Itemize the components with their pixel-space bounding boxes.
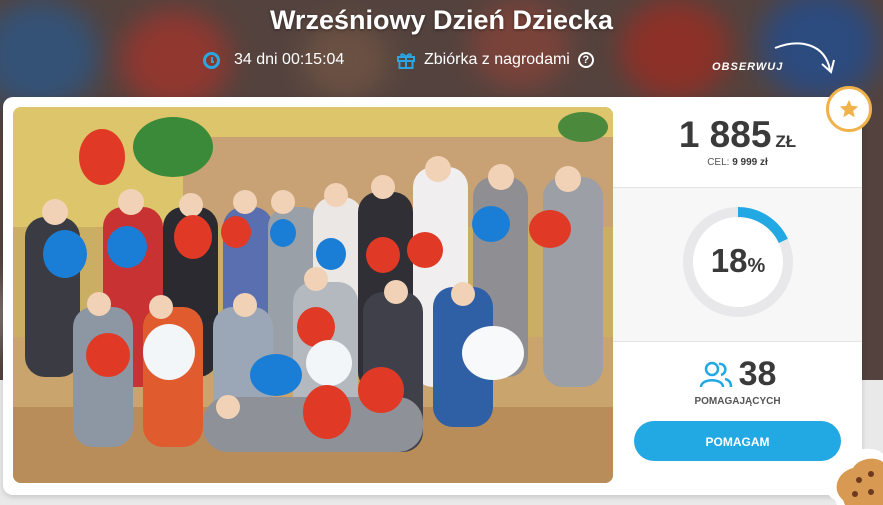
- campaign-title: Wrześniowy Dzień Dziecka: [269, 5, 614, 35]
- reward-info[interactable]: Zbiórka z nagrodami ?: [396, 47, 594, 73]
- percent-sign: %: [747, 255, 766, 277]
- help-icon[interactable]: ?: [577, 52, 594, 68]
- goal-info: CEL: 9 999 zł: [613, 157, 862, 168]
- time-left-value: 34 dni 00:15:04: [234, 51, 345, 68]
- amount-currency: ZŁ: [775, 132, 797, 151]
- star-icon: [839, 99, 859, 118]
- campaign-photo[interactable]: [13, 107, 613, 483]
- amount-value: 1 885: [678, 114, 772, 155]
- supporters-count: 38: [613, 355, 862, 394]
- divider: [613, 341, 862, 342]
- gift-icon: [397, 53, 415, 69]
- people-icon: [699, 361, 732, 387]
- time-left: 34 dni 00:15:04: [203, 47, 344, 73]
- campaign-image: [13, 107, 613, 483]
- goal-label: CEL:: [707, 157, 730, 168]
- progress-section: 18%: [613, 187, 862, 341]
- divider: [613, 187, 862, 188]
- follow-arrow-icon: [774, 42, 835, 74]
- percent-value: 18: [710, 242, 748, 279]
- progress-percent: 18%: [679, 242, 797, 280]
- amount-raised: 1 885 ZŁ: [613, 114, 862, 156]
- funding-panel: 1 885 ZŁ CEL: 9 999 zł 18% 38 POMAGAJĄCYC…: [613, 97, 862, 495]
- panel-notch: [725, 176, 749, 186]
- cookie-icon[interactable]: [815, 440, 883, 505]
- goal-value: 9 999 zł: [732, 157, 768, 168]
- supporters-number: 38: [738, 355, 777, 393]
- clock-icon: [203, 51, 220, 69]
- help-button[interactable]: POMAGAM: [634, 421, 841, 461]
- follow-star-button[interactable]: [826, 86, 872, 132]
- supporters-label: POMAGAJĄCYCH: [694, 396, 781, 407]
- reward-label: Zbiórka z nagrodami: [424, 51, 570, 68]
